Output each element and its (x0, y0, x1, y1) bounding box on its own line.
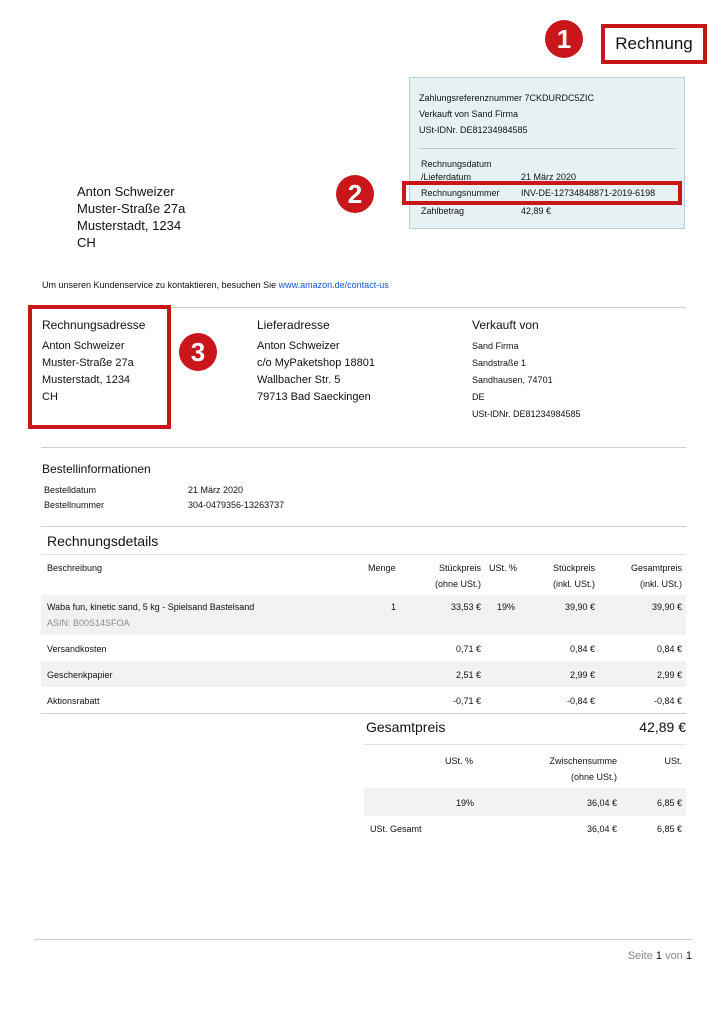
amount-due-label: Zahlbetrag (421, 206, 465, 216)
vat-summary-header-subtotal-line1: Zwischensumme (549, 756, 617, 766)
seller-line: DE (472, 392, 485, 402)
order-number-label: Bestellnummer (44, 500, 105, 510)
vat-total-label: USt. Gesamt (370, 824, 422, 834)
row-description: Aktionsrabatt (47, 696, 100, 706)
vat-summary-header-subtotal: Zwischensumme (ohne USt.) (530, 753, 617, 785)
order-info-title: Bestellinformationen (42, 462, 151, 476)
row-unit-gross: 0,84 € (569, 644, 595, 654)
row-unit-net: -0,71 € (452, 696, 481, 706)
table-row (41, 595, 686, 635)
item-unit-net: 33,53 € (450, 602, 481, 612)
annotation-marker-2: 2 (336, 175, 374, 213)
seller-line: Sandstraße 1 (472, 358, 527, 368)
invoice-details-title: Rechnungsdetails (47, 533, 159, 549)
item-vat: 19% (497, 602, 516, 612)
invoice-info-panel: Zahlungsreferenznummer 7CKDURDC5ZIC Verk… (409, 77, 685, 229)
shipping-line: c/o MyPaketshop 18801 (257, 357, 376, 369)
order-date-value: 21 März 2020 (188, 485, 244, 495)
billing-address-highlight (28, 305, 171, 429)
row-total: 0,84 € (656, 644, 682, 654)
vat-total-subtotal: 36,04 € (586, 824, 617, 834)
seller-line: Sandhausen, 74701 (472, 375, 553, 385)
col-header-unit-net-line2: (ohne USt.) (434, 579, 481, 589)
item-unit-gross: 39,90 € (564, 602, 595, 612)
panel-divider (419, 148, 675, 149)
sold-by-line: Verkauft von Sand Firma (419, 109, 519, 119)
item-description: Waba fun, kinetic sand, 5 kg - Spielsand… (47, 602, 255, 612)
col-header-unit-net: Stückpreis (ohne USt.) (410, 560, 481, 592)
order-date-label: Bestelldatum (44, 485, 97, 495)
page-word: Seite (627, 950, 653, 962)
recipient-country: CH (77, 235, 96, 250)
col-header-description: Beschreibung (47, 563, 103, 573)
col-header-unit-net-line1: Stückpreis (438, 563, 481, 573)
recipient-city: Musterstadt, 1234 (77, 218, 182, 233)
col-header-total-line2: (inkl. USt.) (639, 579, 682, 589)
col-header-unit-gross-line1: Stückpreis (552, 563, 595, 573)
order-number-value: 304-0479356-13263737 (188, 500, 285, 510)
col-header-total-line1: Gesamtpreis (630, 563, 682, 573)
page-title: Rechnung (601, 24, 707, 64)
item-total: 39,90 € (651, 602, 682, 612)
shipping-address-title: Lieferadresse (257, 318, 330, 332)
col-header-unit-gross: Stückpreis (inkl. USt.) (530, 560, 595, 592)
seller-line: USt-IDNr. DE81234984585 (472, 409, 581, 419)
invoice-number-highlight (402, 181, 682, 205)
vat-total-amount: 6,85 € (656, 824, 682, 834)
invoice-date-label: Rechnungsdatum (421, 159, 492, 169)
vat-summary-header-rate: USt. % (445, 756, 474, 766)
row-description: Versandkosten (47, 644, 107, 654)
row-unit-net: 2,51 € (455, 670, 481, 680)
grand-total-label: Gesamtpreis (366, 719, 446, 735)
divider (41, 554, 686, 555)
row-unit-gross: -0,84 € (566, 696, 595, 706)
page-total: 1 (685, 950, 692, 962)
col-header-quantity: Menge (368, 563, 396, 573)
page-indicator: Seite 1 von 1 (628, 950, 692, 962)
annotation-marker-3: 3 (179, 333, 217, 371)
recipient-address: Anton Schweizer Muster-Straße 27a Muster… (77, 183, 185, 251)
payment-reference: Zahlungsreferenznummer 7CKDURDC5ZIC (419, 93, 595, 103)
annotation-marker-1: 1 (545, 20, 583, 58)
col-header-total: Gesamtpreis (inkl. USt.) (610, 560, 682, 592)
item-quantity: 1 (391, 602, 397, 612)
row-unit-net: 0,71 € (455, 644, 481, 654)
recipient-street: Muster-Straße 27a (77, 201, 186, 216)
seller-line: Sand Firma (472, 341, 519, 351)
of-word: von (665, 950, 683, 962)
grand-total-value: 42,89 € (639, 719, 686, 735)
item-asin: ASIN: B00S14SFOA (47, 618, 130, 628)
recipient-name: Anton Schweizer (77, 184, 175, 199)
vat-summary-amount: 6,85 € (656, 798, 682, 808)
row-total: -0,84 € (653, 696, 682, 706)
divider (41, 526, 686, 527)
page-current: 1 (655, 950, 662, 962)
divider (41, 713, 686, 714)
contact-text: Um unseren Kundenservice zu kontaktieren… (42, 280, 279, 290)
seller-vat-id: USt-IDNr. DE81234984585 (419, 125, 528, 135)
shipping-line: Wallbacher Str. 5 (257, 374, 341, 386)
vat-summary-rate: 19% (456, 798, 475, 808)
divider (364, 744, 686, 745)
contact-line: Um unseren Kundenservice zu kontaktieren… (42, 280, 389, 290)
vat-summary-header-subtotal-line2: (ohne USt.) (570, 772, 617, 782)
col-header-vat: USt. % (489, 563, 518, 573)
vat-summary-subtotal: 36,04 € (586, 798, 617, 808)
seller-address: Verkauft von Sand Firma Sandstraße 1 San… (472, 317, 581, 423)
divider (41, 447, 686, 448)
shipping-address: Lieferadresse Anton Schweizer c/o MyPake… (257, 317, 375, 406)
amount-due-value: 42,89 € (521, 206, 552, 216)
seller-title: Verkauft von (472, 318, 539, 332)
contact-link[interactable]: www.amazon.de/contact-us (279, 280, 389, 290)
shipping-line: 79713 Bad Saeckingen (257, 391, 371, 403)
vat-summary-header-amount: USt. (664, 756, 682, 766)
shipping-line: Anton Schweizer (257, 340, 340, 352)
footer-divider (34, 939, 693, 940)
col-header-unit-gross-line2: (inkl. USt.) (552, 579, 595, 589)
row-total: 2,99 € (656, 670, 682, 680)
row-unit-gross: 2,99 € (569, 670, 595, 680)
row-description: Geschenkpapier (47, 670, 113, 680)
